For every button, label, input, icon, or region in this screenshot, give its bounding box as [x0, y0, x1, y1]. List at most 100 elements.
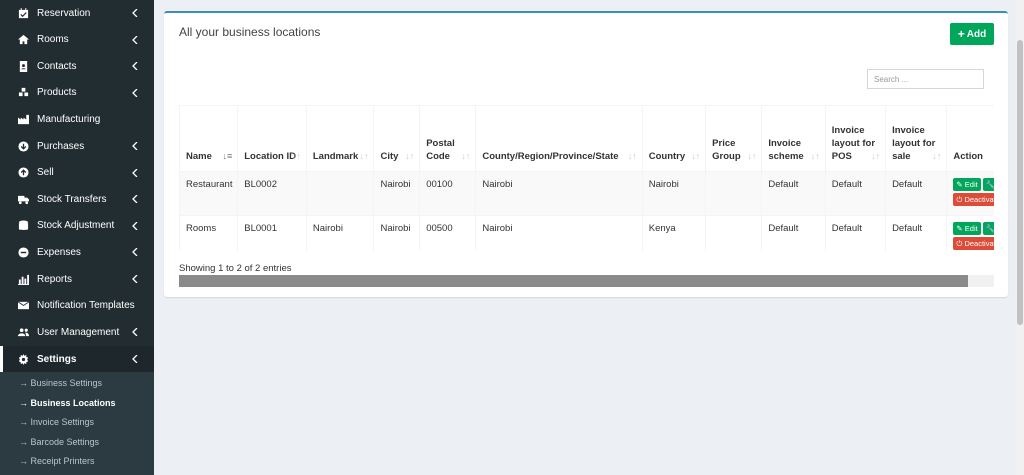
- column-header[interactable]: Location ID ↓↑: [237, 105, 307, 172]
- sort-icon: ↓↑: [932, 151, 942, 161]
- chevron-left-icon: [132, 141, 140, 151]
- column-header[interactable]: Invoice layout for sale ↓↑: [885, 105, 948, 172]
- table-cell: [305, 171, 375, 216]
- column-header[interactable]: Postal Code ↓↑: [419, 105, 477, 172]
- industry-icon: [17, 113, 29, 125]
- settings-button[interactable]: 🔧 Settings: [982, 178, 994, 191]
- cubes-icon: [17, 87, 29, 99]
- sort-icon: ↓↑: [747, 151, 757, 161]
- submenu-item-barcode-settings[interactable]: → Barcode Settings: [0, 433, 154, 452]
- submenu-item-receipt-printers[interactable]: → Receipt Printers: [0, 452, 154, 471]
- deactivate-location-button[interactable]: ⏻ Deactivate Location: [953, 193, 994, 206]
- column-header-label: Invoice scheme: [768, 138, 804, 162]
- sidebar-item-sell[interactable]: Sell: [0, 160, 154, 186]
- submenu-item-business-locations[interactable]: → Business Locations: [0, 394, 154, 413]
- edit-label: Edit: [964, 224, 978, 233]
- column-header-label: County/Region/Province/State: [482, 151, 619, 162]
- sidebar-item-notification-templates[interactable]: Notification Templates: [0, 293, 154, 319]
- deactivate-location-button[interactable]: ⏻ Deactivate Location: [953, 237, 994, 250]
- add-button-label: Add: [966, 28, 987, 40]
- sidebar-item-stock-transfers[interactable]: Stock Transfers: [0, 186, 154, 212]
- table-cell: Nairobi: [641, 171, 707, 216]
- sort-icon: ↓↑: [359, 151, 369, 161]
- sort-icon: ↓≡: [222, 151, 233, 161]
- sidebar-item-expenses[interactable]: Expenses: [0, 239, 154, 265]
- bar-chart-icon: [17, 273, 29, 285]
- column-header-label: Location ID: [244, 151, 296, 162]
- page-title: All your business locations: [179, 25, 321, 39]
- sidebar-item-reports[interactable]: Reports: [0, 266, 154, 292]
- settings-submenu: → Business Settings → Business Locations →…: [0, 372, 154, 475]
- home-icon: [17, 34, 29, 46]
- column-header[interactable]: Landmark ↓↑: [305, 105, 375, 172]
- sidebar-item-purchases[interactable]: Purchases: [0, 133, 154, 159]
- column-header-label: Price Group: [712, 138, 741, 162]
- table-cell: Default: [824, 171, 887, 216]
- calendar-check-icon: [17, 7, 29, 19]
- sidebar-item-label: Contacts: [37, 60, 77, 72]
- sidebar: Reservation Rooms Contacts Products Manufact…: [0, 0, 154, 475]
- sidebar-item-stock-adjustment[interactable]: Stock Adjustment: [0, 213, 154, 239]
- sidebar-item-manufacturing[interactable]: Manufacturing: [0, 106, 154, 132]
- action-cell: ✎ Edit🔧 Settings ⏻ Deactivate Location: [946, 215, 994, 251]
- edit-button[interactable]: ✎ Edit: [953, 222, 981, 235]
- address-book-icon: [17, 60, 29, 72]
- plus-icon: +: [957, 27, 965, 41]
- page-scrollbar[interactable]: [1016, 0, 1024, 475]
- arrow-circle-down-icon: [17, 140, 29, 152]
- settings-button[interactable]: 🔧 Settings: [982, 222, 994, 235]
- locations-table-wrapper: Name ↓≡ Location ID ↓↑ Landmark ↓↑ City ↓↑ Posta…: [179, 105, 994, 251]
- table-cell: Nairobi: [475, 215, 643, 251]
- add-location-button[interactable]: + Add: [950, 23, 994, 45]
- column-header[interactable]: Invoice scheme ↓↑: [761, 105, 826, 172]
- table-cell: Default: [885, 215, 948, 251]
- sidebar-item-settings[interactable]: Settings: [0, 346, 154, 372]
- locations-panel: All your business locations + Add Name ↓≡…: [164, 11, 1008, 297]
- horizontal-scrollbar-thumb[interactable]: [179, 275, 968, 287]
- search-input[interactable]: [867, 69, 984, 89]
- horizontal-scrollbar[interactable]: [179, 275, 994, 287]
- sidebar-item-label: Sell: [37, 167, 54, 179]
- column-header[interactable]: County/Region/Province/State ↓↑: [475, 105, 643, 172]
- sidebar-item-contacts[interactable]: Contacts: [0, 53, 154, 79]
- table-header-row: Name ↓≡ Location ID ↓↑ Landmark ↓↑ City ↓↑ Posta…: [179, 105, 994, 172]
- cog-icon: [17, 353, 29, 365]
- table-row: Restaurant BL0002 Nairobi 00100 Nairobi Nairo…: [179, 171, 994, 216]
- sidebar-item-user-management[interactable]: User Management: [0, 319, 154, 345]
- chevron-left-icon: [132, 274, 140, 284]
- sidebar-item-rooms[interactable]: Rooms: [0, 27, 154, 53]
- table-cell: Rooms: [179, 215, 239, 251]
- column-header[interactable]: Country ↓↑: [641, 105, 707, 172]
- sort-icon: ↓↑: [405, 151, 415, 161]
- column-header[interactable]: Price Group ↓↑: [705, 105, 763, 172]
- sidebar-item-products[interactable]: Products: [0, 80, 154, 106]
- column-header[interactable]: Invoice layout for POS ↓↑: [824, 105, 887, 172]
- truck-icon: [17, 193, 29, 205]
- column-header[interactable]: Name ↓≡: [179, 105, 239, 172]
- column-header-label: Invoice layout for sale: [892, 125, 936, 162]
- chevron-left-icon: [132, 35, 140, 45]
- table-cell: Default: [761, 215, 826, 251]
- table-cell: 00500: [419, 215, 477, 251]
- sidebar-item-label: Reports: [37, 273, 73, 285]
- column-header-label: Postal Code: [426, 138, 455, 162]
- edit-button[interactable]: ✎ Edit: [953, 178, 981, 191]
- chevron-left-icon: [132, 354, 140, 364]
- table-cell: Default: [824, 215, 887, 251]
- sidebar-item-label: Stock Adjustment: [37, 220, 115, 232]
- sort-icon: ↓↑: [291, 151, 301, 161]
- deactivate-label: Deactivate Location: [964, 239, 994, 248]
- database-icon: [17, 220, 29, 232]
- sidebar-item-label: Reservation: [37, 7, 91, 19]
- chevron-left-icon: [132, 247, 140, 257]
- column-header[interactable]: City ↓↑: [373, 105, 421, 172]
- deactivate-label: Deactivate Location: [964, 195, 994, 204]
- sidebar-item-reservation[interactable]: Reservation: [0, 0, 154, 26]
- page-scrollbar-thumb[interactable]: [1017, 40, 1023, 325]
- action-cell: ✎ Edit🔧 Settings ⏻ Deactivate Location: [946, 171, 994, 216]
- submenu-item-invoice-settings[interactable]: → Invoice Settings: [0, 413, 154, 432]
- submenu-item-business-settings[interactable]: → Business Settings: [0, 374, 154, 393]
- sidebar-item-label: Purchases: [37, 140, 85, 152]
- sidebar-item-label: Notification Templates: [37, 300, 135, 312]
- sidebar-item-label: User Management: [37, 326, 120, 338]
